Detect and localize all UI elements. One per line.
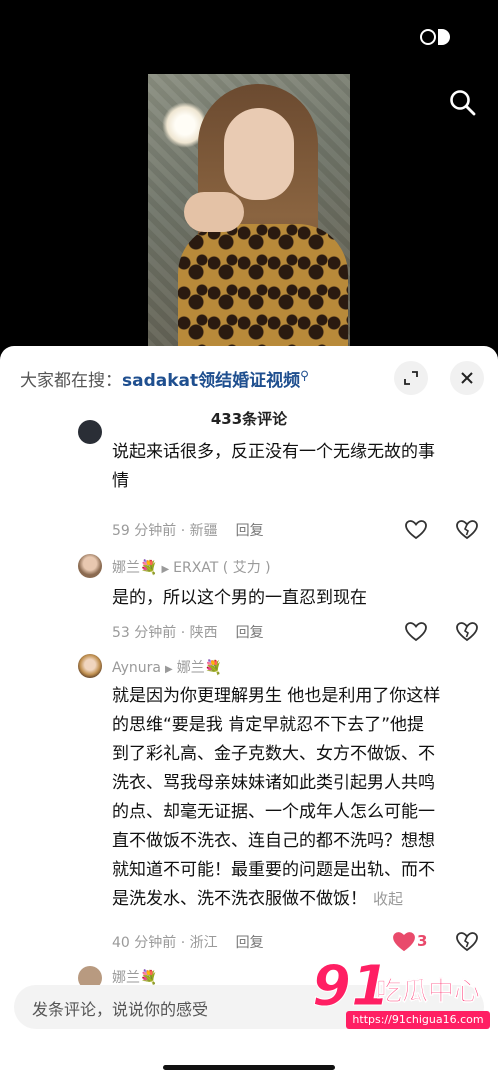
- mini-search-icon: ⚲: [300, 368, 309, 383]
- reply-button[interactable]: 回复: [236, 625, 264, 641]
- home-indicator[interactable]: [163, 1065, 335, 1070]
- comment-item: 说起来话很多，反正没有一个无缘无故的事 情 59 分钟前 · 新疆 回复: [0, 420, 498, 550]
- reply-to-name[interactable]: 娜兰💐: [177, 660, 222, 676]
- author-name[interactable]: Aynura: [112, 660, 161, 676]
- comment-meta: 40 分钟前 · 浙江 回复: [112, 935, 264, 951]
- video-frame[interactable]: [148, 74, 350, 346]
- close-icon: [461, 372, 473, 384]
- collapse-button[interactable]: 收起: [373, 890, 403, 908]
- heart-icon[interactable]: [392, 930, 416, 954]
- heart-icon[interactable]: [404, 518, 428, 542]
- watermark-url: https://91chigua16.com: [346, 1011, 490, 1029]
- comment-input-placeholder: 发条评论，说说你的感受: [32, 1000, 209, 1019]
- sheet-header: 大家都在搜：sadakat领结婚证视频⚲ 433条评论: [0, 346, 498, 432]
- search-icon[interactable]: [448, 88, 478, 118]
- like-count: 3: [417, 932, 428, 950]
- comment-meta: 59 分钟前 · 新疆 回复: [112, 523, 264, 539]
- reply-arrow-icon: ▶: [161, 564, 170, 575]
- comment-text: 说起来话很多，反正没有一个无缘无故的事 情: [112, 442, 435, 491]
- avatar[interactable]: [78, 420, 102, 444]
- reply-button[interactable]: 回复: [236, 935, 264, 951]
- reply-to-name[interactable]: ERXAT ( 艾力 ): [173, 560, 270, 576]
- author-name[interactable]: 娜兰💐: [112, 560, 157, 576]
- comment-count-title: 433条评论: [210, 410, 288, 428]
- expand-button[interactable]: [394, 361, 428, 395]
- author-name[interactable]: 娜兰💐: [112, 967, 157, 987]
- expand-icon: [404, 371, 418, 385]
- video-player[interactable]: [0, 0, 498, 350]
- reply-arrow-icon: ▶: [165, 664, 173, 675]
- hot-search-prefix: 大家都在搜：: [20, 371, 122, 391]
- avatar[interactable]: [78, 654, 102, 678]
- watermark-logo: 91 吃瓜中心 https://91chigua16.com: [312, 956, 490, 1031]
- comment-text: 就是因为你更理解男生 他也是利用了你这样 的思维“要是我 肯定早就忍不下去了”他…: [112, 686, 441, 909]
- watermark-brand: 吃瓜中心: [376, 977, 481, 1008]
- comment-text: 是的，所以这个男的一直忍到现在: [112, 588, 367, 608]
- avatar[interactable]: [78, 554, 102, 578]
- reply-button[interactable]: 回复: [236, 523, 264, 539]
- heart-icon[interactable]: [404, 620, 428, 644]
- hot-search-link[interactable]: 大家都在搜：sadakat领结婚证视频⚲: [20, 366, 309, 391]
- broken-heart-icon[interactable]: [455, 620, 479, 644]
- comment-author-row: 娜兰💐 ▶ ERXAT ( 艾力 ): [112, 557, 271, 577]
- close-button[interactable]: [450, 361, 484, 395]
- comment-item: Aynura ▶ 娜兰💐 就是因为你更理解男生 他也是利用了你这样 的思维“要是我 …: [0, 650, 498, 968]
- broken-heart-icon[interactable]: [455, 518, 479, 542]
- broken-heart-icon[interactable]: [455, 930, 479, 954]
- comment-item: 娜兰💐 ▶ ERXAT ( 艾力 ) 是的，所以这个男的一直忍到现在 53 分钟前 …: [0, 550, 498, 650]
- comment-meta: 53 分钟前 · 陕西 回复: [112, 625, 264, 641]
- hot-search-term[interactable]: sadakat领结婚证视频: [122, 371, 300, 391]
- app-root: 大家都在搜：sadakat领结婚证视频⚲ 433条评论 说起来话很多，反正没有一…: [0, 0, 498, 1080]
- toggle-icon[interactable]: [420, 27, 460, 47]
- comment-author-row: Aynura ▶ 娜兰💐: [112, 657, 222, 677]
